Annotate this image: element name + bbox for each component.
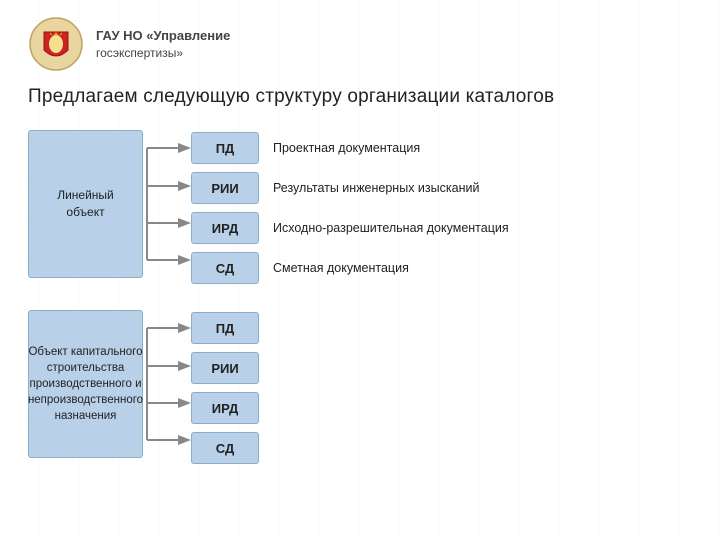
doc-box-sd: СД (191, 252, 259, 284)
doc-row-2-ird: ИРД (191, 390, 259, 426)
category-box-1: Линейный объект (28, 130, 143, 278)
category-label-2: Объект капитального строительства произв… (28, 344, 143, 424)
doc-row-2-sd: СД (191, 430, 259, 466)
doc-row-2-rii: РИИ (191, 350, 259, 386)
doc-row-pd: ПД Проектная документация (191, 130, 509, 166)
doc-row-rii: РИИ Результаты инженерных изысканий (191, 170, 509, 206)
doc-box-2-pd: ПД (191, 312, 259, 344)
doc-row-ird: ИРД Исходно-разрешительная документация (191, 210, 509, 246)
org-name-line1: ГАУ НО «Управление (96, 27, 230, 45)
category-box-2: Объект капитального строительства произв… (28, 310, 143, 458)
logo-icon (28, 16, 84, 72)
doc-row-2-pd: ПД (191, 310, 259, 346)
doc-row-sd: СД Сметная документация (191, 250, 509, 286)
doc-list-1: ПД Проектная документация РИИ Результаты… (191, 130, 509, 286)
header: ГАУ НО «Управление госэкспертизы» (28, 16, 692, 72)
doc-list-2: ПД РИИ ИРД СД (191, 310, 259, 466)
doc-box-ird: ИРД (191, 212, 259, 244)
doc-label-rii: Результаты инженерных изысканий (273, 181, 479, 195)
doc-box-2-ird: ИРД (191, 392, 259, 424)
connector-svg-1 (143, 130, 191, 278)
header-text: ГАУ НО «Управление госэкспертизы» (96, 27, 230, 62)
page-content: ГАУ НО «Управление госэкспертизы» Предла… (0, 0, 720, 482)
section2: Объект капитального строительства произв… (28, 310, 692, 466)
doc-label-ird: Исходно-разрешительная документация (273, 221, 509, 235)
doc-box-pd: ПД (191, 132, 259, 164)
doc-box-rii: РИИ (191, 172, 259, 204)
doc-box-2-rii: РИИ (191, 352, 259, 384)
diagram-container: Линейный объект ПД (28, 130, 692, 466)
doc-label-sd: Сметная документация (273, 261, 409, 275)
org-name-line2: госэкспертизы» (96, 45, 230, 62)
section1: Линейный объект ПД (28, 130, 692, 286)
doc-box-2-sd: СД (191, 432, 259, 464)
category-label-1: Линейный объект (39, 187, 132, 221)
doc-label-pd: Проектная документация (273, 141, 420, 155)
connector-svg-2 (143, 310, 191, 458)
page-title: Предлагаем следующую структуру организац… (28, 86, 692, 108)
